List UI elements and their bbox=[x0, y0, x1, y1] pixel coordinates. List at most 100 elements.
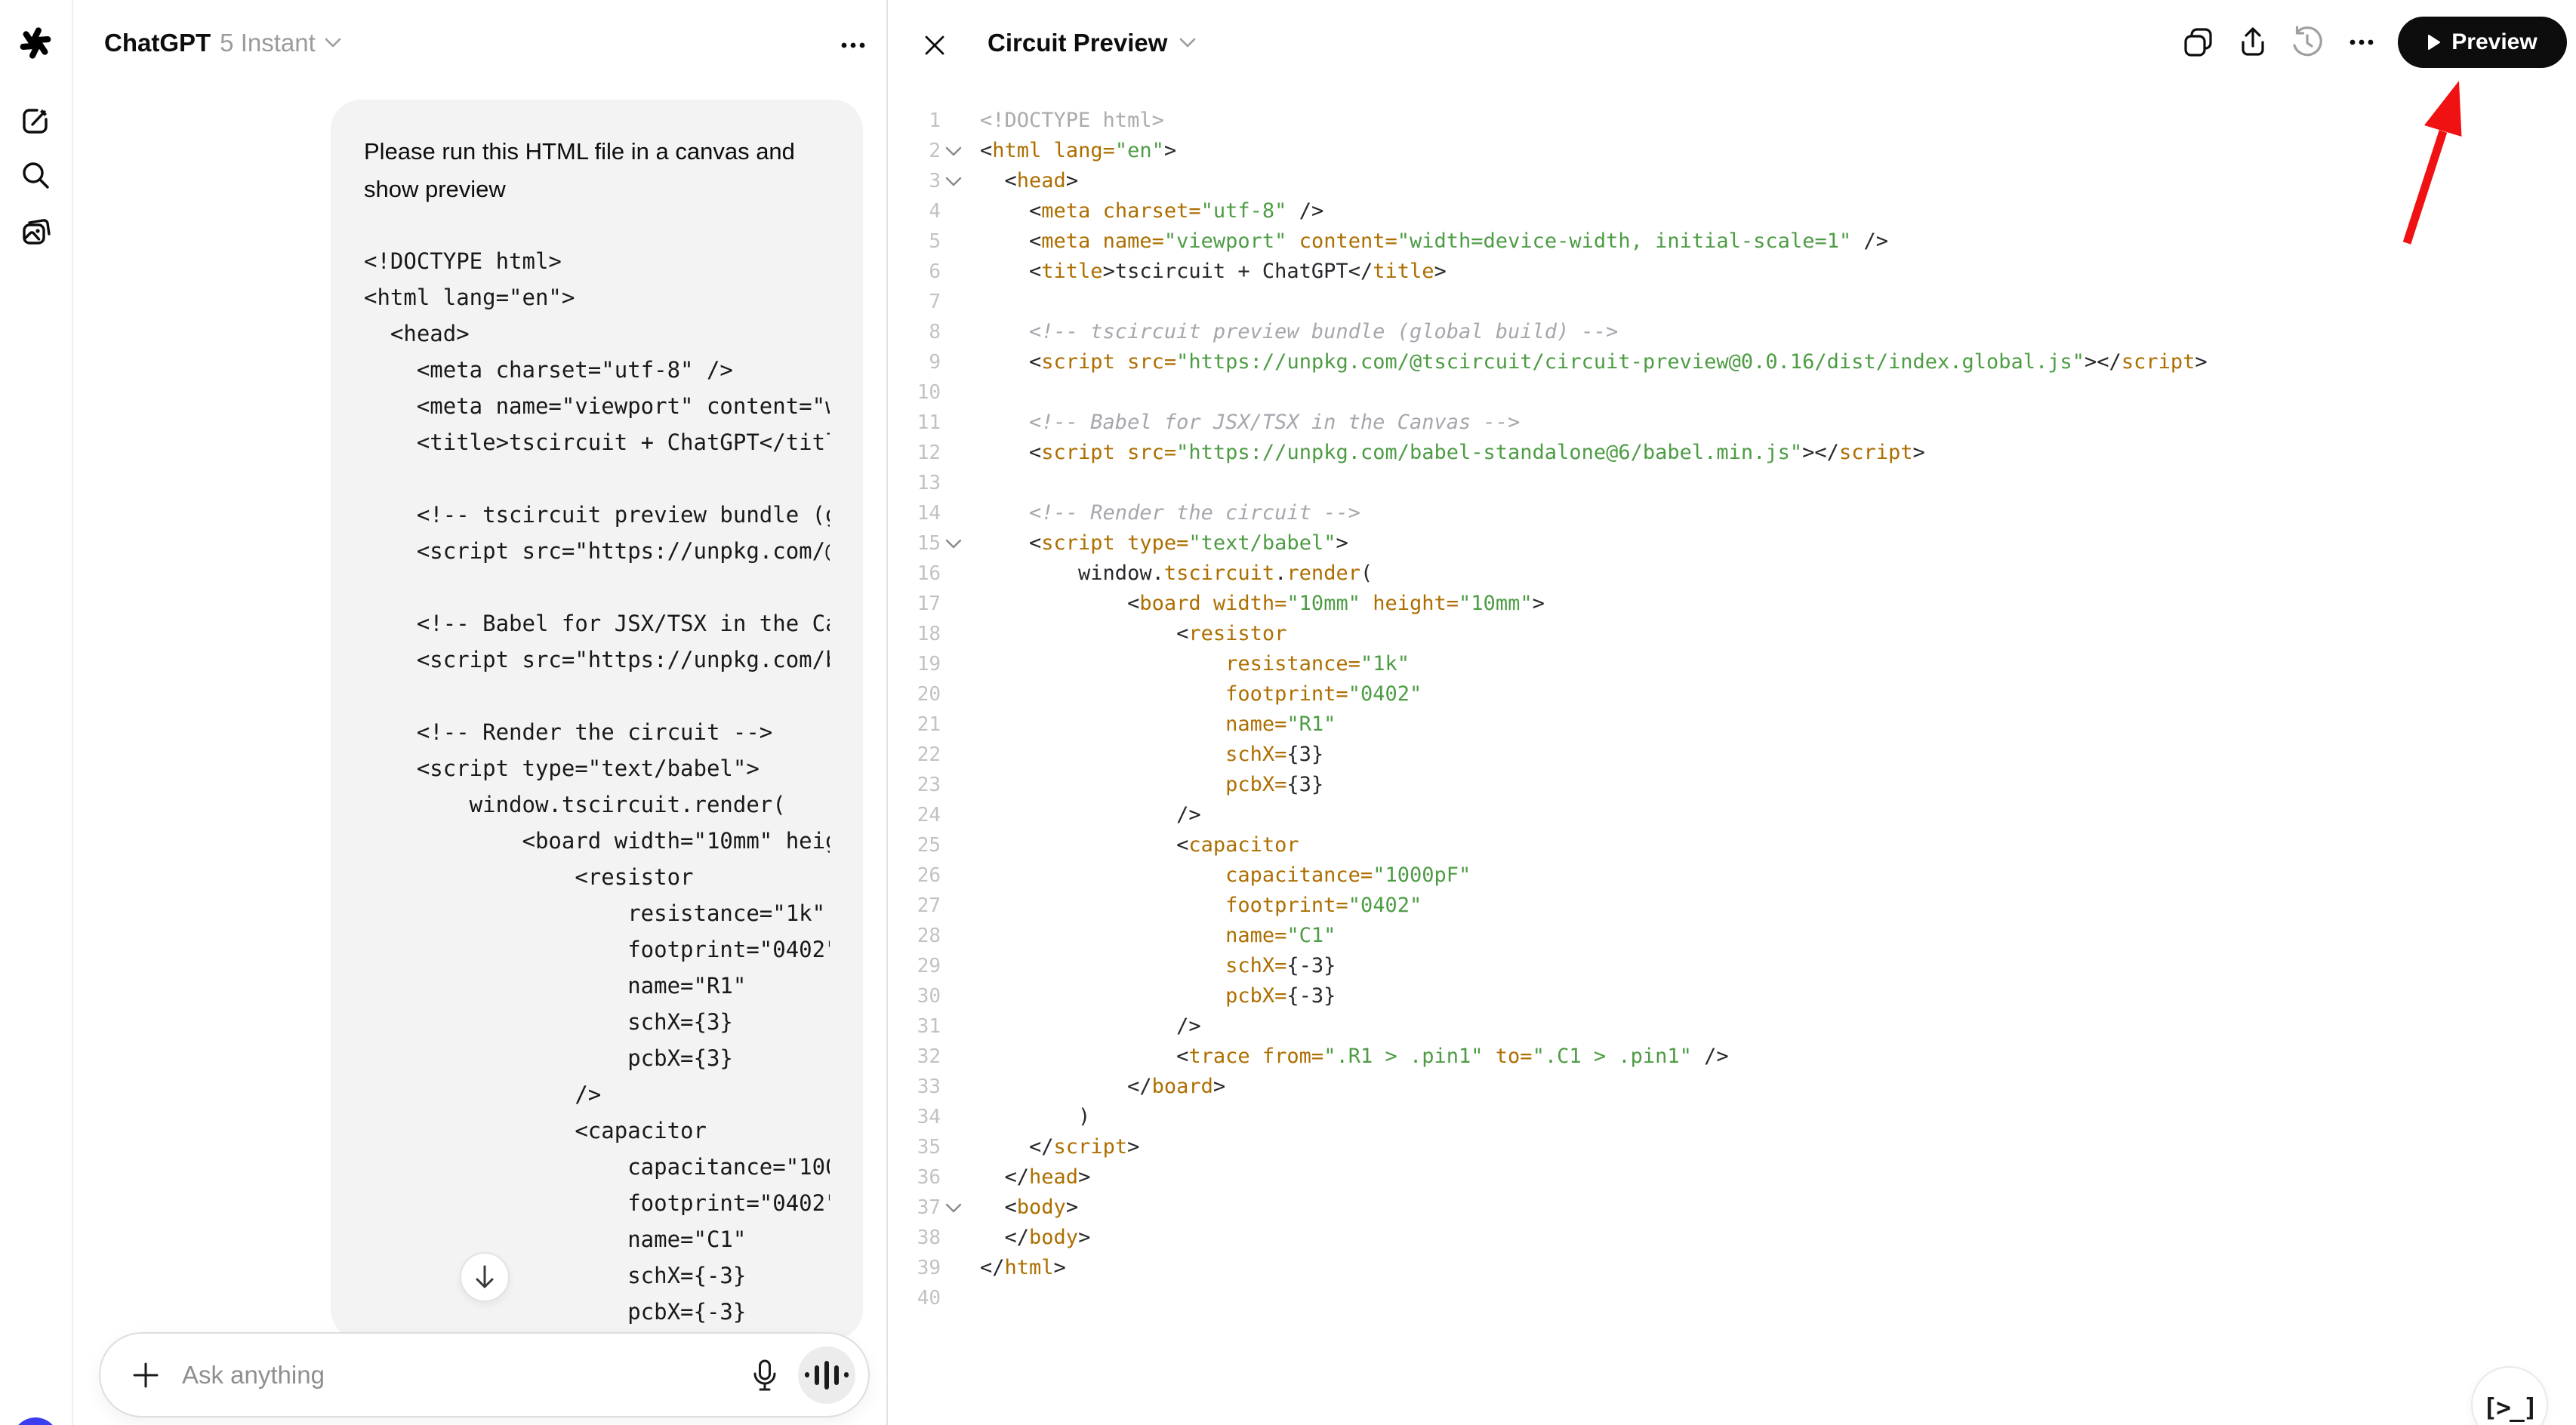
library-button[interactable] bbox=[17, 214, 54, 250]
fold-chevron-icon[interactable] bbox=[945, 146, 971, 156]
line-number: 28 bbox=[903, 925, 941, 947]
code-line[interactable]: </script> bbox=[980, 1132, 2208, 1162]
canvas-title-dropdown[interactable]: Circuit Preview bbox=[988, 29, 1196, 57]
fold-chevron-icon[interactable] bbox=[945, 539, 971, 549]
code-line[interactable]: <meta name="viewport" content="width=dev… bbox=[980, 226, 2208, 257]
message-input[interactable] bbox=[180, 1360, 747, 1390]
code-line[interactable]: </html> bbox=[980, 1253, 2208, 1283]
code-line[interactable]: <html lang="en"> bbox=[980, 136, 2208, 166]
openai-logo-icon[interactable] bbox=[17, 25, 54, 61]
library-icon bbox=[19, 215, 52, 248]
code-line[interactable]: /> bbox=[980, 800, 2208, 830]
line-number: 16 bbox=[903, 562, 941, 585]
code-line[interactable]: name="C1" bbox=[980, 921, 2208, 951]
scroll-to-bottom-button[interactable] bbox=[460, 1252, 510, 1302]
fold-chevron-icon[interactable] bbox=[945, 177, 971, 186]
line-number: 20 bbox=[903, 683, 941, 706]
line-number: 2 bbox=[903, 140, 941, 162]
chevron-down-icon bbox=[1179, 38, 1196, 48]
close-canvas-button[interactable] bbox=[920, 30, 950, 60]
play-icon bbox=[2427, 34, 2441, 51]
console-button[interactable]: [>_] bbox=[2471, 1366, 2548, 1425]
line-number: 34 bbox=[903, 1106, 941, 1128]
code-line[interactable]: <resistor bbox=[980, 619, 2208, 649]
code-line[interactable]: </body> bbox=[980, 1223, 2208, 1253]
copy-icon bbox=[2182, 26, 2215, 59]
code-line[interactable] bbox=[980, 287, 2208, 317]
code-line[interactable]: <script src="https://unpkg.com/babel-sta… bbox=[980, 438, 2208, 468]
code-line[interactable]: </board> bbox=[980, 1072, 2208, 1102]
model-selector[interactable]: ChatGPT 5 Instant bbox=[104, 29, 341, 57]
code-line[interactable]: <script src="https://unpkg.com/@tscircui… bbox=[980, 347, 2208, 377]
search-button[interactable] bbox=[17, 157, 54, 193]
code-line[interactable]: name="R1" bbox=[980, 709, 2208, 740]
line-number: 24 bbox=[903, 804, 941, 826]
line-number: 39 bbox=[903, 1257, 941, 1279]
message-text: Please run this HTML file in a canvas an… bbox=[364, 133, 830, 208]
code-line[interactable]: <script type="text/babel"> bbox=[980, 528, 2208, 559]
attach-button[interactable] bbox=[129, 1359, 162, 1392]
history-button[interactable] bbox=[2289, 24, 2325, 60]
editor-code[interactable]: <!DOCTYPE html><html lang="en"> <head> <… bbox=[980, 106, 2208, 1313]
code-line[interactable]: footprint="0402" bbox=[980, 679, 2208, 709]
composer bbox=[99, 1332, 870, 1417]
user-avatar[interactable] bbox=[12, 1417, 59, 1425]
code-line[interactable]: <!-- tscircuit preview bundle (global bu… bbox=[980, 317, 2208, 347]
search-icon bbox=[19, 159, 52, 192]
user-message-bubble: Please run this HTML file in a canvas an… bbox=[331, 100, 863, 1340]
share-button[interactable] bbox=[2235, 24, 2271, 60]
canvas-more-button[interactable] bbox=[2343, 24, 2380, 60]
code-line[interactable]: ) bbox=[980, 1102, 2208, 1132]
preview-label: Preview bbox=[2451, 29, 2537, 55]
voice-mode-button[interactable] bbox=[798, 1347, 855, 1404]
preview-button[interactable]: Preview bbox=[2398, 17, 2567, 68]
code-line[interactable]: /> bbox=[980, 1011, 2208, 1042]
microphone-icon bbox=[750, 1359, 780, 1392]
code-line[interactable] bbox=[980, 1283, 2208, 1313]
copy-button[interactable] bbox=[2180, 24, 2217, 60]
code-line[interactable]: <title>tscircuit + ChatGPT</title> bbox=[980, 257, 2208, 287]
console-badge: [>_] bbox=[2482, 1393, 2536, 1422]
code-line[interactable]: </head> bbox=[980, 1162, 2208, 1193]
code-line[interactable]: <head> bbox=[980, 166, 2208, 196]
code-line[interactable]: <board width="10mm" height="10mm"> bbox=[980, 589, 2208, 619]
line-number: 33 bbox=[903, 1076, 941, 1098]
code-line[interactable]: <trace from=".R1 > .pin1" to=".C1 > .pin… bbox=[980, 1042, 2208, 1072]
line-number: 10 bbox=[903, 381, 941, 404]
code-line[interactable]: footprint="0402" bbox=[980, 891, 2208, 921]
code-line[interactable]: <capacitor bbox=[980, 830, 2208, 860]
code-line[interactable]: <!-- Babel for JSX/TSX in the Canvas --> bbox=[980, 408, 2208, 438]
code-line[interactable]: capacitance="1000pF" bbox=[980, 860, 2208, 891]
chatgpt-app: ChatGPT 5 Instant Please run this HTML f… bbox=[0, 0, 2576, 1425]
line-number: 19 bbox=[903, 653, 941, 676]
fold-chevron-icon[interactable] bbox=[945, 1203, 971, 1213]
plus-icon bbox=[131, 1361, 160, 1390]
line-number: 11 bbox=[903, 411, 941, 434]
line-number: 40 bbox=[903, 1287, 941, 1310]
new-chat-icon bbox=[19, 104, 52, 137]
code-line[interactable]: pcbX={-3} bbox=[980, 981, 2208, 1011]
line-number: 37 bbox=[903, 1196, 941, 1219]
code-line[interactable]: <!-- Render the circuit --> bbox=[980, 498, 2208, 528]
code-line[interactable]: schX={3} bbox=[980, 740, 2208, 770]
message-code: <!DOCTYPE html> <html lang="en"> <head> … bbox=[364, 243, 830, 1340]
code-line[interactable]: window.tscircuit.render( bbox=[980, 559, 2208, 589]
code-line[interactable]: <!DOCTYPE html> bbox=[980, 106, 2208, 136]
share-icon bbox=[2236, 26, 2269, 59]
code-line[interactable]: <body> bbox=[980, 1193, 2208, 1223]
dictate-button[interactable] bbox=[747, 1357, 783, 1393]
voice-waveform-icon bbox=[805, 1361, 849, 1390]
code-line[interactable]: pcbX={3} bbox=[980, 770, 2208, 800]
line-number: 30 bbox=[903, 985, 941, 1008]
code-line[interactable]: schX={-3} bbox=[980, 951, 2208, 981]
code-line[interactable] bbox=[980, 468, 2208, 498]
line-number: 22 bbox=[903, 743, 941, 766]
line-number: 3 bbox=[903, 170, 941, 192]
code-line[interactable] bbox=[980, 377, 2208, 408]
code-line[interactable]: <meta charset="utf-8" /> bbox=[980, 196, 2208, 226]
line-number: 21 bbox=[903, 713, 941, 736]
conversation-options-button[interactable] bbox=[835, 30, 871, 60]
code-line[interactable]: resistance="1k" bbox=[980, 649, 2208, 679]
line-number: 9 bbox=[903, 351, 941, 374]
new-chat-button[interactable] bbox=[17, 103, 54, 139]
